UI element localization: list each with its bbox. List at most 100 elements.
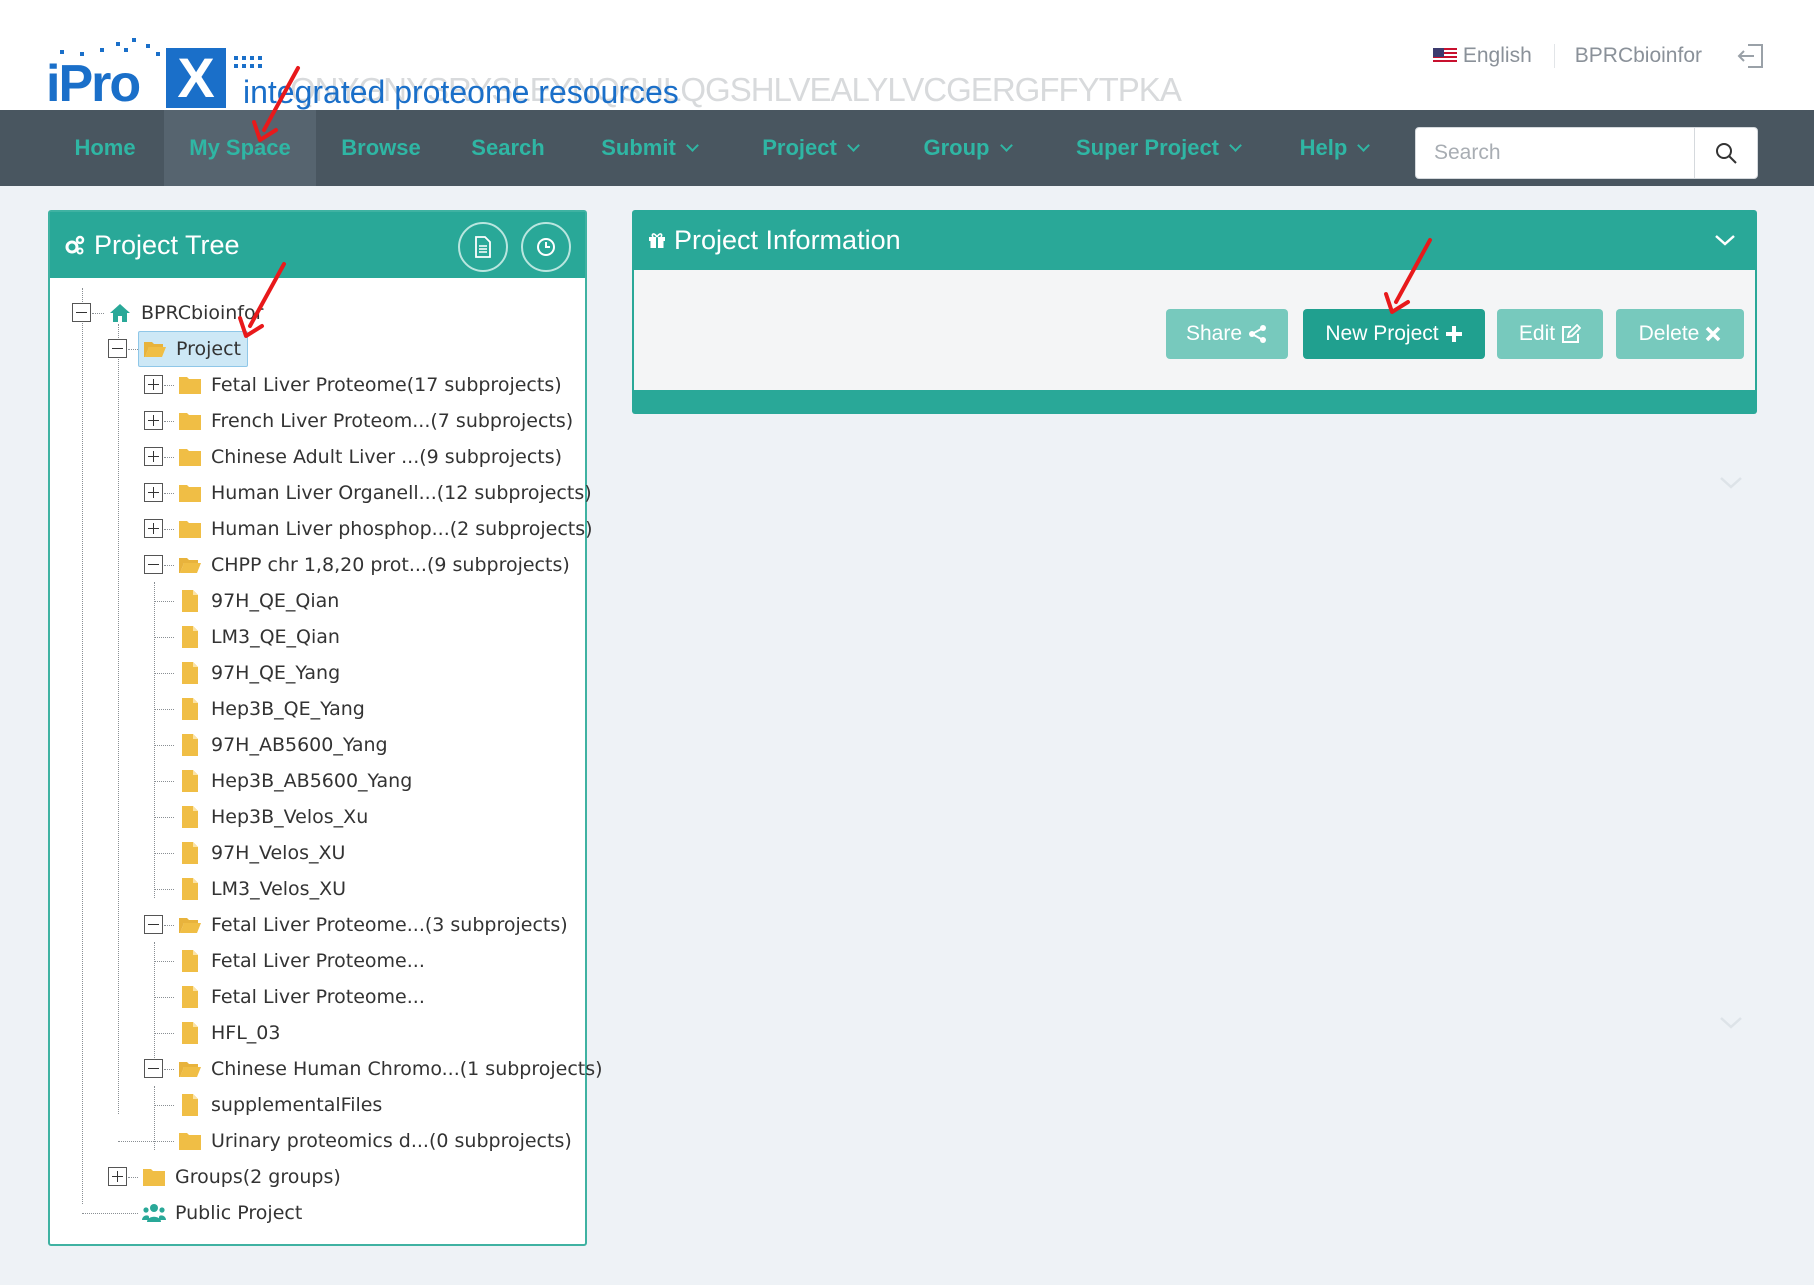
tree-node-project[interactable]: Fetal Liver Proteome(17 subprojects)	[178, 367, 562, 403]
nav-submit[interactable]: Submit	[584, 110, 714, 186]
tree-node-project[interactable]: Chinese Human Chromo...(1 subprojects)	[178, 1051, 603, 1087]
folder-open-icon	[179, 1062, 201, 1077]
expand-toggle[interactable]	[144, 447, 163, 466]
expand-toggle[interactable]	[144, 411, 163, 430]
nav-group[interactable]: Group	[906, 110, 1028, 186]
edit-icon	[1562, 324, 1582, 343]
tree-node-project[interactable]: Human Liver Organell...(12 subprojects)	[178, 475, 592, 511]
tree-node-subproject[interactable]: HFL_03	[178, 1015, 280, 1051]
new-project-button[interactable]: New Project	[1303, 309, 1485, 359]
tree-node-subproject[interactable]: 97H_QE_Qian	[178, 583, 339, 619]
tree-line	[164, 457, 174, 458]
iprox-logo[interactable]: iPro X	[46, 38, 268, 112]
tree-history-button[interactable]	[521, 222, 571, 272]
tree-line	[164, 925, 174, 926]
tree-node-project[interactable]: Human Liver phosphop...(2 subprojects)	[178, 511, 593, 547]
nav-project[interactable]: Project	[746, 110, 874, 186]
expand-toggle[interactable]	[144, 375, 163, 394]
nav-home[interactable]: Home	[50, 110, 160, 186]
us-flag-icon	[1432, 48, 1457, 64]
clock-icon	[537, 238, 555, 256]
file-icon	[182, 770, 198, 792]
collapse-toggle[interactable]	[144, 915, 163, 934]
tree-line	[154, 961, 174, 962]
tree-line	[92, 313, 104, 314]
collapse-toggle[interactable]	[144, 1059, 163, 1078]
tree-node-public-project[interactable]: Public Project	[142, 1195, 302, 1231]
expand-toggle[interactable]	[108, 1167, 127, 1186]
tree-line	[154, 817, 174, 818]
tree-line	[154, 673, 174, 674]
collapse-toggle[interactable]	[108, 339, 127, 358]
file-icon	[182, 1022, 198, 1044]
chevron-down-icon[interactable]	[1718, 1014, 1744, 1032]
nav-browse[interactable]: Browse	[322, 110, 440, 186]
project-information-title: Project Information	[674, 224, 901, 255]
tree-node-subproject[interactable]: LM3_QE_Qian	[178, 619, 340, 655]
share-icon	[1249, 325, 1267, 343]
tree-node-subproject[interactable]: Hep3B_AB5600_Yang	[178, 763, 412, 799]
tree-node-project[interactable]: Chinese Adult Liver ...(9 subprojects)	[178, 439, 562, 475]
home-icon	[110, 304, 130, 322]
tree-node-root[interactable]: BPRCbioinfor	[108, 295, 263, 331]
tree-node-subproject[interactable]: LM3_Velos_XU	[178, 871, 346, 907]
chevron-down-icon[interactable]	[1718, 474, 1744, 492]
tree-line	[154, 997, 174, 998]
close-icon	[1706, 326, 1721, 342]
language-selector[interactable]: English	[1432, 44, 1555, 68]
tree-node-subproject[interactable]: supplementalFiles	[178, 1087, 382, 1123]
tree-line	[82, 1213, 138, 1214]
tree-line	[154, 601, 174, 602]
expand-toggle[interactable]	[144, 519, 163, 538]
expand-toggle[interactable]	[144, 483, 163, 502]
tree-node-groups[interactable]: Groups(2 groups)	[142, 1159, 341, 1195]
tree-line	[154, 853, 174, 854]
logout-icon[interactable]	[1736, 41, 1766, 71]
tree-node-subproject[interactable]: 97H_Velos_XU	[178, 835, 345, 871]
tree-node-subproject[interactable]: 97H_AB5600_Yang	[178, 727, 388, 763]
file-icon	[182, 950, 198, 972]
delete-button[interactable]: Delete	[1616, 309, 1744, 359]
tree-node-subproject[interactable]: Fetal Liver Proteome...	[178, 943, 425, 979]
folder-open-icon	[179, 918, 201, 933]
tree-node-subproject[interactable]: Fetal Liver Proteome...	[178, 979, 425, 1015]
search-input[interactable]	[1416, 128, 1694, 178]
project-tree-panel: Project Tree BPRCbioinfor Project Fetal …	[48, 210, 603, 1246]
tree-line	[118, 1141, 174, 1142]
tree-document-button[interactable]	[458, 222, 508, 272]
nav-search[interactable]: Search	[450, 110, 566, 186]
collapse-toggle[interactable]	[144, 555, 163, 574]
edit-button[interactable]: Edit	[1497, 309, 1603, 359]
tree-node-project[interactable]: French Liver Proteom...(7 subprojects)	[178, 403, 573, 439]
users-icon	[142, 1204, 166, 1222]
tree-line	[164, 493, 174, 494]
chevron-down-icon	[846, 139, 860, 152]
file-icon	[182, 878, 198, 900]
tree-node-subproject[interactable]: Hep3B_Velos_Xu	[178, 799, 368, 835]
tree-node-project-folder[interactable]: Project	[138, 331, 249, 367]
tree-node-subproject[interactable]: Hep3B_QE_Yang	[178, 691, 365, 727]
folder-icon	[179, 377, 201, 394]
document-icon	[475, 236, 491, 258]
folder-icon	[179, 485, 201, 502]
username-link[interactable]: BPRCbioinfor	[1555, 44, 1736, 68]
nav-super-project[interactable]: Super Project	[1058, 110, 1258, 186]
tree-node-project[interactable]: CHPP chr 1,8,20 prot...(9 subprojects)	[178, 547, 570, 583]
file-icon	[182, 806, 198, 828]
tree-node-project[interactable]: Fetal Liver Proteome...(3 subprojects)	[178, 907, 568, 943]
collapse-toggle[interactable]	[72, 303, 91, 322]
tree-node-subproject[interactable]: 97H_QE_Yang	[178, 655, 340, 691]
tree-node-project[interactable]: Urinary proteomics d...(0 subprojects)	[178, 1123, 572, 1159]
tree-line	[164, 565, 174, 566]
nav-help[interactable]: Help	[1284, 110, 1384, 186]
folder-icon	[143, 1169, 165, 1186]
tree-line	[154, 709, 174, 710]
tree-line	[154, 582, 155, 898]
search-button[interactable]	[1694, 128, 1757, 178]
search-icon	[1716, 143, 1737, 164]
chevron-down-icon[interactable]	[1713, 228, 1737, 252]
file-icon	[182, 590, 198, 612]
nav-my-space[interactable]: My Space	[164, 110, 316, 186]
chevron-down-icon	[1357, 139, 1371, 152]
share-button[interactable]: Share	[1166, 309, 1288, 359]
